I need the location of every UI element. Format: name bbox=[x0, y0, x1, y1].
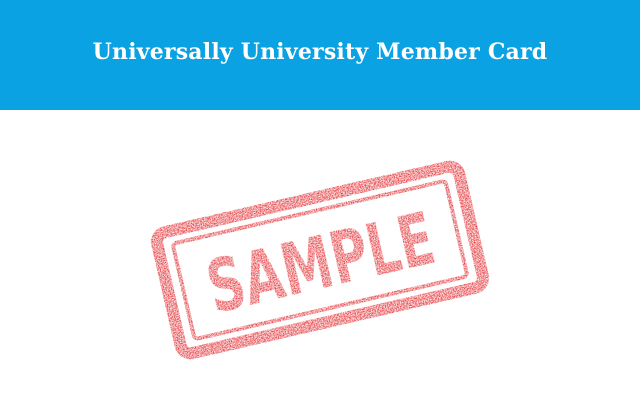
member-card: Universally University Member Card SAMPL… bbox=[0, 0, 640, 412]
card-header: Universally University Member Card bbox=[0, 0, 640, 110]
sample-stamp: SAMPLE bbox=[151, 160, 489, 360]
sample-stamp-area: SAMPLE bbox=[0, 110, 640, 412]
card-title: Universally University Member Card bbox=[92, 39, 548, 65]
